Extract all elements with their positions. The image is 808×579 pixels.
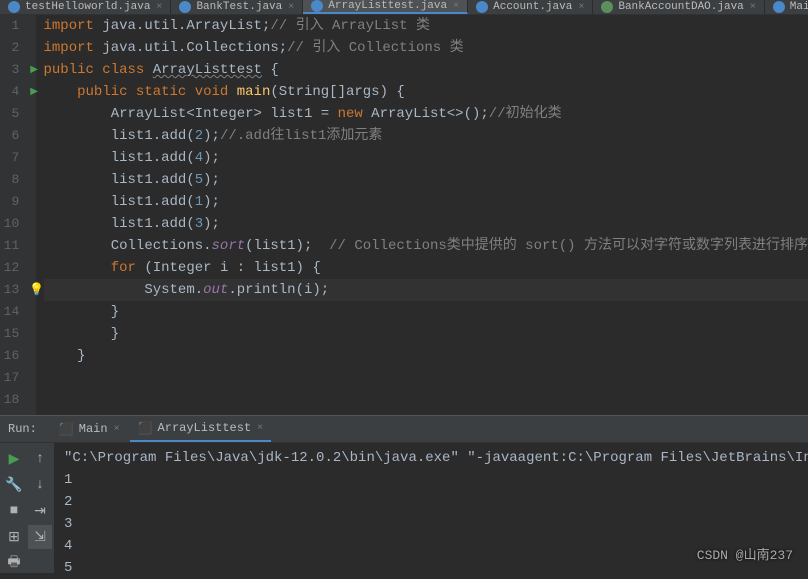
console-output[interactable]: "C:\Program Files\Java\jdk-12.0.2\bin\ja…	[54, 443, 808, 573]
run-tab-icon: ⬛	[138, 421, 153, 436]
gutter-icons: ▶▶💡	[27, 15, 35, 415]
code-line[interactable]: ArrayList<Integer> list1 = new ArrayList…	[44, 103, 808, 125]
editor-tab[interactable]: ArrayListtest.java ×	[303, 0, 468, 14]
line-number: 14	[0, 301, 19, 323]
editor-tab[interactable]: Main.j×	[765, 0, 808, 14]
print-icon[interactable]: 🖶	[2, 551, 26, 575]
run-panel-body: ▶ ↑ 🔧 ↓ ■ ⇥ ⊞ ⇲ 🖶 "C:\Program Files\Java…	[0, 443, 808, 573]
code-line[interactable]: list1.add(3);	[44, 213, 808, 235]
line-number: 4	[0, 81, 19, 103]
close-icon[interactable]: ×	[750, 2, 756, 13]
editor-tab[interactable]: BankTest.java ×	[171, 0, 303, 14]
code-line[interactable]: list1.add(2);//.add往list1添加元素	[44, 125, 808, 147]
close-icon[interactable]: ×	[257, 423, 263, 434]
line-number: 15	[0, 323, 19, 345]
code-line[interactable]: public static void main(String[]args) {	[44, 81, 808, 103]
line-number: 1	[0, 15, 19, 37]
run-label: Run:	[8, 422, 37, 436]
line-number: 12	[0, 257, 19, 279]
class-icon	[773, 1, 785, 13]
line-number: 16	[0, 345, 19, 367]
close-icon[interactable]: ×	[453, 1, 459, 12]
tab-label: Main.j	[790, 1, 808, 13]
tab-label: testHelloworld.java	[25, 1, 150, 13]
code-line[interactable]: }	[44, 323, 808, 345]
code-line[interactable]	[44, 389, 808, 411]
tab-label: ArrayListtest.java	[328, 0, 447, 12]
code-line[interactable]: list1.add(4);	[44, 147, 808, 169]
run-tab[interactable]: ⬛ Main ×	[51, 417, 128, 442]
line-number: 10	[0, 213, 19, 235]
line-number: 18	[0, 389, 19, 411]
line-number: 9	[0, 191, 19, 213]
run-tab-label: Main	[79, 422, 108, 436]
code-line[interactable]	[44, 367, 808, 389]
run-panel-header: Run: ⬛ Main × ⬛ ArrayListtest ×	[0, 415, 808, 443]
editor-tab[interactable]: testHelloworld.java ×	[0, 0, 171, 14]
line-numbers: 123456789101112131415161718	[0, 15, 27, 415]
code-line[interactable]: }	[44, 345, 808, 367]
run-tab[interactable]: ⬛ ArrayListtest ×	[130, 417, 272, 442]
line-number: 13	[0, 279, 19, 301]
code-line[interactable]: list1.add(1);	[44, 191, 808, 213]
editor-tabs: testHelloworld.java×BankTest.java×ArrayL…	[0, 0, 808, 15]
close-icon[interactable]: ×	[156, 2, 162, 13]
run-toolbar: ▶ ↑ 🔧 ↓ ■ ⇥ ⊞ ⇲ 🖶	[0, 443, 54, 573]
line-number: 17	[0, 367, 19, 389]
close-icon[interactable]: ×	[288, 2, 294, 13]
code-line[interactable]: import java.util.Collections;// 引入 Colle…	[44, 37, 808, 59]
code-line[interactable]: for (Integer i : list1) {	[44, 257, 808, 279]
up-icon[interactable]: ↑	[28, 447, 52, 471]
close-icon[interactable]: ×	[578, 2, 584, 13]
class-icon	[8, 1, 20, 13]
stop-icon[interactable]: ■	[2, 499, 26, 523]
code-line[interactable]: Collections.sort(list1); // Collections类…	[44, 235, 808, 257]
line-number: 3	[0, 59, 19, 81]
code-area[interactable]: import java.util.ArrayList;// 引入 ArrayLi…	[36, 15, 808, 415]
class-icon	[476, 1, 488, 13]
code-line[interactable]: import java.util.ArrayList;// 引入 ArrayLi…	[44, 15, 808, 37]
close-icon[interactable]: ×	[114, 424, 120, 435]
rerun-icon[interactable]: ▶	[2, 447, 26, 471]
run-tab-icon: ⬛	[59, 422, 74, 437]
line-number: 8	[0, 169, 19, 191]
line-number: 7	[0, 147, 19, 169]
wrap-icon[interactable]: ⇥	[28, 499, 52, 523]
editor-tab[interactable]: BankAccountDAO.java ×	[593, 0, 764, 14]
code-editor: 123456789101112131415161718 ▶▶💡 import j…	[0, 15, 808, 415]
interface-icon	[601, 1, 613, 13]
scroll-icon[interactable]: ⇲	[28, 525, 52, 549]
wrench-icon[interactable]: 🔧	[2, 473, 26, 497]
tab-label: BankAccountDAO.java	[618, 1, 743, 13]
line-number: 6	[0, 125, 19, 147]
code-line[interactable]: }	[44, 301, 808, 323]
tab-label: Account.java	[493, 1, 572, 13]
blank-icon	[28, 551, 52, 575]
watermark: CSDN @山南237	[697, 544, 793, 563]
code-line[interactable]: list1.add(5);	[44, 169, 808, 191]
down-icon[interactable]: ↓	[28, 473, 52, 497]
tab-label: BankTest.java	[196, 1, 282, 13]
layout-icon[interactable]: ⊞	[2, 525, 26, 549]
line-number: 2	[0, 37, 19, 59]
line-number: 5	[0, 103, 19, 125]
class-icon	[179, 1, 191, 13]
code-line[interactable]: System.out.println(i);	[44, 279, 808, 301]
line-number: 11	[0, 235, 19, 257]
run-tab-label: ArrayListtest	[158, 421, 252, 435]
editor-tab[interactable]: Account.java ×	[468, 0, 593, 14]
code-line[interactable]: public class ArrayListtest {	[44, 59, 808, 81]
class-icon	[311, 0, 323, 12]
